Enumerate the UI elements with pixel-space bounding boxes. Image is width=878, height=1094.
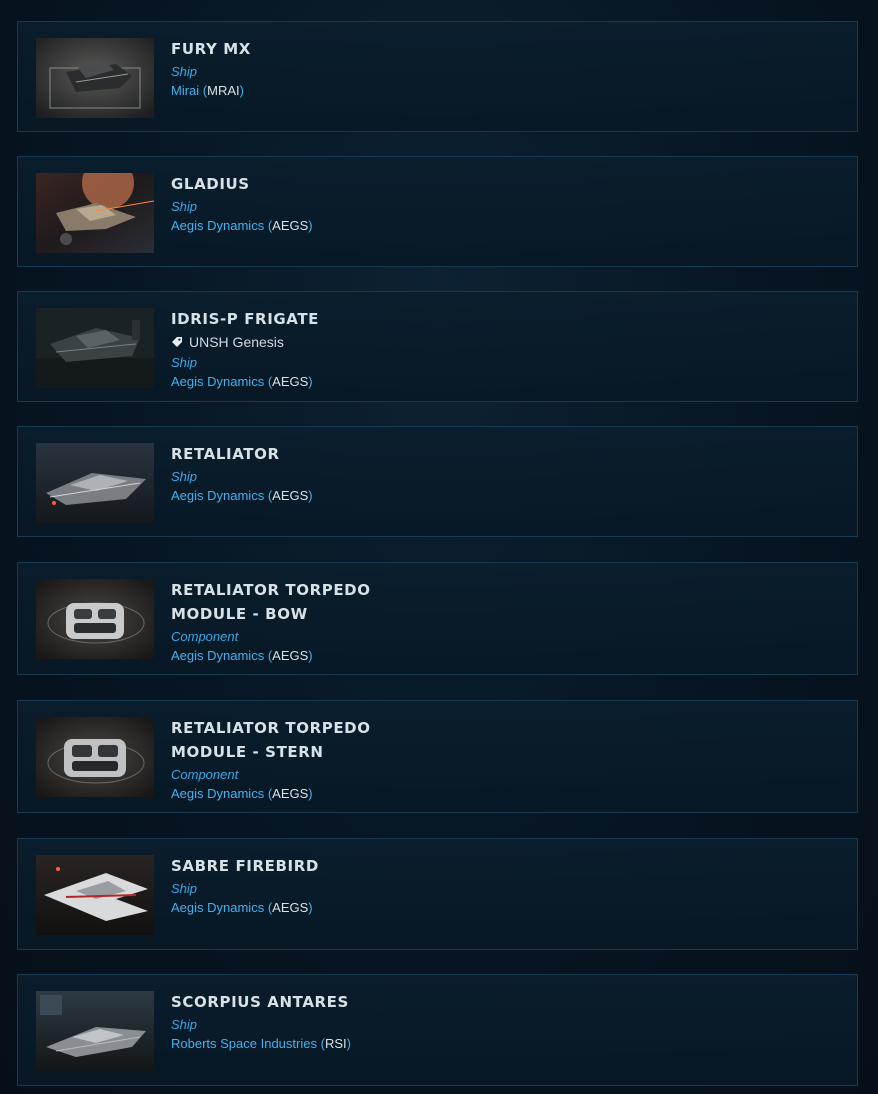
list-item-gladius[interactable]: GLADIUS Ship Aegis Dynamics (AEGS) bbox=[17, 156, 858, 267]
manufacturer-link[interactable]: Aegis Dynamics bbox=[171, 786, 264, 801]
manufacturer-line: Aegis Dynamics (AEGS) bbox=[171, 488, 313, 503]
manufacturer-line: Aegis Dynamics (AEGS) bbox=[171, 648, 313, 663]
manufacturer-code: AEGS bbox=[272, 218, 309, 233]
ship-thumbnail[interactable] bbox=[36, 443, 154, 523]
list-item-retaliator-torpedo-module-bow[interactable]: RETALIATOR TORPEDO MODULE - BOW Componen… bbox=[17, 562, 858, 675]
item-type: Ship bbox=[171, 355, 198, 370]
item-title[interactable]: RETALIATOR TORPEDO MODULE - STERN bbox=[171, 716, 411, 764]
manufacturer-code: AEGS bbox=[272, 488, 309, 503]
item-type: Component bbox=[171, 629, 239, 644]
item-title[interactable]: GLADIUS bbox=[171, 172, 411, 196]
ship-name-tag: UNSH Genesis bbox=[171, 332, 837, 352]
ship-thumbnail[interactable] bbox=[36, 308, 154, 388]
item-title[interactable]: IDRIS-P FRIGATE bbox=[171, 307, 411, 331]
item-type: Ship bbox=[171, 64, 198, 79]
ship-thumbnail[interactable] bbox=[36, 855, 154, 935]
ship-thumbnail[interactable] bbox=[36, 173, 154, 253]
manufacturer-link[interactable]: Mirai bbox=[171, 83, 199, 98]
manufacturer-line: Roberts Space Industries (RSI) bbox=[171, 1036, 351, 1051]
manufacturer-code: AEGS bbox=[272, 786, 309, 801]
manufacturer-link[interactable]: Aegis Dynamics bbox=[171, 488, 264, 503]
manufacturer-link[interactable]: Aegis Dynamics bbox=[171, 374, 264, 389]
manufacturer-link[interactable]: Aegis Dynamics bbox=[171, 218, 264, 233]
ship-thumbnail[interactable] bbox=[36, 991, 154, 1071]
tag-icon bbox=[172, 337, 182, 347]
manufacturer-line: Aegis Dynamics (AEGS) bbox=[171, 900, 313, 915]
list-item-sabre-firebird[interactable]: SABRE FIREBIRD Ship Aegis Dynamics (AEGS… bbox=[17, 838, 858, 950]
manufacturer-code: MRAI bbox=[207, 83, 240, 98]
item-type: Ship bbox=[171, 1017, 198, 1032]
item-title[interactable]: RETALIATOR bbox=[171, 442, 411, 466]
list-item-idris-p-frigate[interactable]: IDRIS-P FRIGATE UNSH Genesis Ship Aegis … bbox=[17, 291, 858, 402]
ship-name-text: UNSH Genesis bbox=[189, 334, 284, 350]
item-title[interactable]: FURY MX bbox=[171, 37, 411, 61]
list-item-fury-mx[interactable]: FURY MX Ship Mirai (MRAI) bbox=[17, 21, 858, 132]
manufacturer-code: AEGS bbox=[272, 900, 309, 915]
component-thumbnail[interactable] bbox=[36, 579, 154, 659]
list-item-retaliator-torpedo-module-stern[interactable]: RETALIATOR TORPEDO MODULE - STERN Compon… bbox=[17, 700, 858, 813]
manufacturer-code: RSI bbox=[324, 1036, 347, 1051]
list-item-retaliator[interactable]: RETALIATOR Ship Aegis Dynamics (AEGS) bbox=[17, 426, 858, 537]
manufacturer-code: AEGS bbox=[272, 648, 309, 663]
item-title[interactable]: SCORPIUS ANTARES bbox=[171, 990, 411, 1014]
item-type: Ship bbox=[171, 469, 198, 484]
manufacturer-link[interactable]: Aegis Dynamics bbox=[171, 900, 264, 915]
manufacturer-line: Aegis Dynamics (AEGS) bbox=[171, 218, 313, 233]
ship-thumbnail[interactable] bbox=[36, 38, 154, 118]
item-type: Ship bbox=[171, 881, 198, 896]
list-item-scorpius-antares[interactable]: SCORPIUS ANTARES Ship Roberts Space Indu… bbox=[17, 974, 858, 1086]
item-title[interactable]: SABRE FIREBIRD bbox=[171, 854, 411, 878]
manufacturer-link[interactable]: Roberts Space Industries bbox=[171, 1036, 317, 1051]
manufacturer-line: Aegis Dynamics (AEGS) bbox=[171, 786, 313, 801]
manufacturer-line: Aegis Dynamics (AEGS) bbox=[171, 374, 313, 389]
item-type: Ship bbox=[171, 199, 198, 214]
manufacturer-code: AEGS bbox=[272, 374, 309, 389]
manufacturer-link[interactable]: Aegis Dynamics bbox=[171, 648, 264, 663]
component-thumbnail[interactable] bbox=[36, 717, 154, 797]
item-title[interactable]: RETALIATOR TORPEDO MODULE - BOW bbox=[171, 578, 411, 626]
item-type: Component bbox=[171, 767, 239, 782]
manufacturer-line: Mirai (MRAI) bbox=[171, 83, 244, 98]
